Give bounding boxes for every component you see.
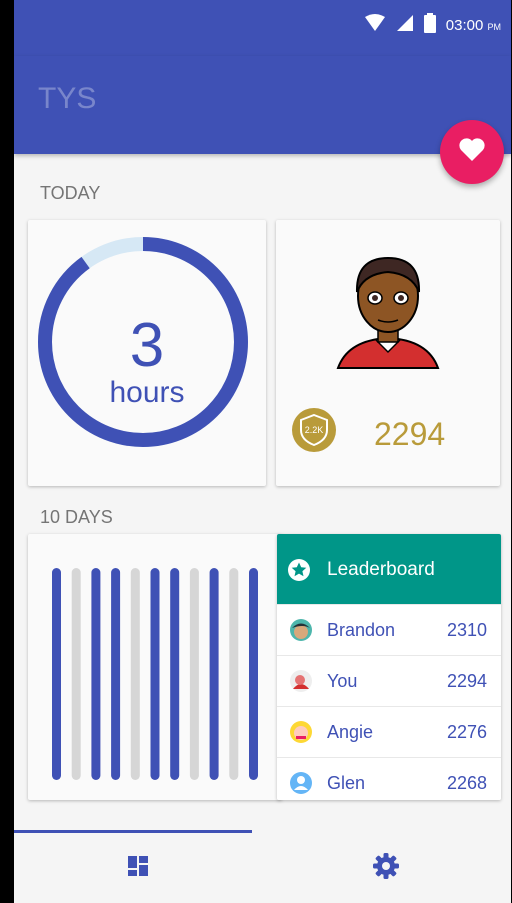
day-bar — [91, 568, 101, 780]
points-badge: 2.2K — [292, 408, 336, 452]
you-avatar-icon — [289, 669, 313, 698]
status-time: 03:00 PM — [445, 16, 501, 34]
leaderboard-name: Angie — [327, 721, 374, 742]
day-bar — [150, 568, 160, 780]
active-tab-indicator — [14, 830, 252, 833]
gear-icon — [372, 852, 400, 885]
app-bar: TYS — [14, 56, 511, 154]
leaderboard-points: 2294 — [446, 670, 487, 691]
leaderboard-points: 2268 — [446, 772, 487, 793]
ten-days-chart-card[interactable] — [28, 534, 282, 800]
day-bar — [249, 568, 258, 780]
day-bar — [209, 568, 219, 780]
day-bar — [52, 568, 61, 780]
day-bar — [170, 568, 180, 780]
user-avatar-icon — [336, 256, 440, 369]
day-bar — [111, 568, 121, 780]
leaderboard-points: 2310 — [446, 619, 487, 640]
leaderboard-row[interactable]: Glen 2268 — [277, 757, 501, 800]
tab-settings[interactable] — [262, 834, 510, 903]
day-bar — [130, 568, 140, 780]
leaderboard-card[interactable]: Leaderboard Brandon 2310 You 2294 Angie … — [277, 534, 501, 800]
ten-days-bar-chart — [52, 568, 258, 780]
heart-icon — [459, 137, 485, 167]
glen-avatar-icon — [289, 771, 313, 800]
leaderboard-name: Brandon — [327, 619, 396, 640]
brandon-avatar-icon — [289, 618, 313, 647]
leaderboard-header: Leaderboard — [277, 534, 501, 604]
day-bar — [189, 568, 199, 780]
app-screen: 03:00 PM TYS TODAY 3 hours 2.2K 2294 10 … — [14, 0, 511, 903]
day-bar — [71, 568, 81, 780]
leaderboard-name: You — [327, 670, 358, 691]
leaderboard-row[interactable]: Brandon 2310 — [277, 604, 501, 655]
badge-label: 2.2K — [304, 425, 324, 435]
star-icon — [287, 558, 311, 587]
today-hours-card[interactable]: 3 hours — [28, 220, 266, 486]
dashboard-icon — [126, 854, 150, 883]
score-value: 2294 — [374, 416, 446, 452]
leaderboard-row[interactable]: Angie 2276 — [277, 706, 501, 757]
favorite-fab-button[interactable] — [440, 120, 504, 184]
hours-value: 3 — [129, 311, 165, 380]
angie-avatar-icon — [289, 720, 313, 749]
leaderboard-points: 2276 — [446, 721, 487, 742]
leaderboard-name: Glen — [327, 772, 366, 793]
cell-signal-icon — [396, 14, 414, 36]
day-bar — [229, 568, 239, 780]
ten-days-section-label: 10 DAYS — [40, 507, 113, 527]
leaderboard-title: Leaderboard — [327, 559, 435, 580]
status-bar: 03:00 PM — [14, 0, 511, 56]
tab-dashboard[interactable] — [14, 834, 262, 903]
hours-unit: hours — [109, 376, 185, 409]
wifi-icon — [364, 14, 386, 36]
battery-icon — [423, 13, 436, 37]
leaderboard-row[interactable]: You 2294 — [277, 655, 501, 706]
app-title: TYS — [38, 82, 97, 115]
today-section-label: TODAY — [40, 183, 101, 203]
profile-card[interactable]: 2.2K 2294 — [276, 220, 500, 486]
